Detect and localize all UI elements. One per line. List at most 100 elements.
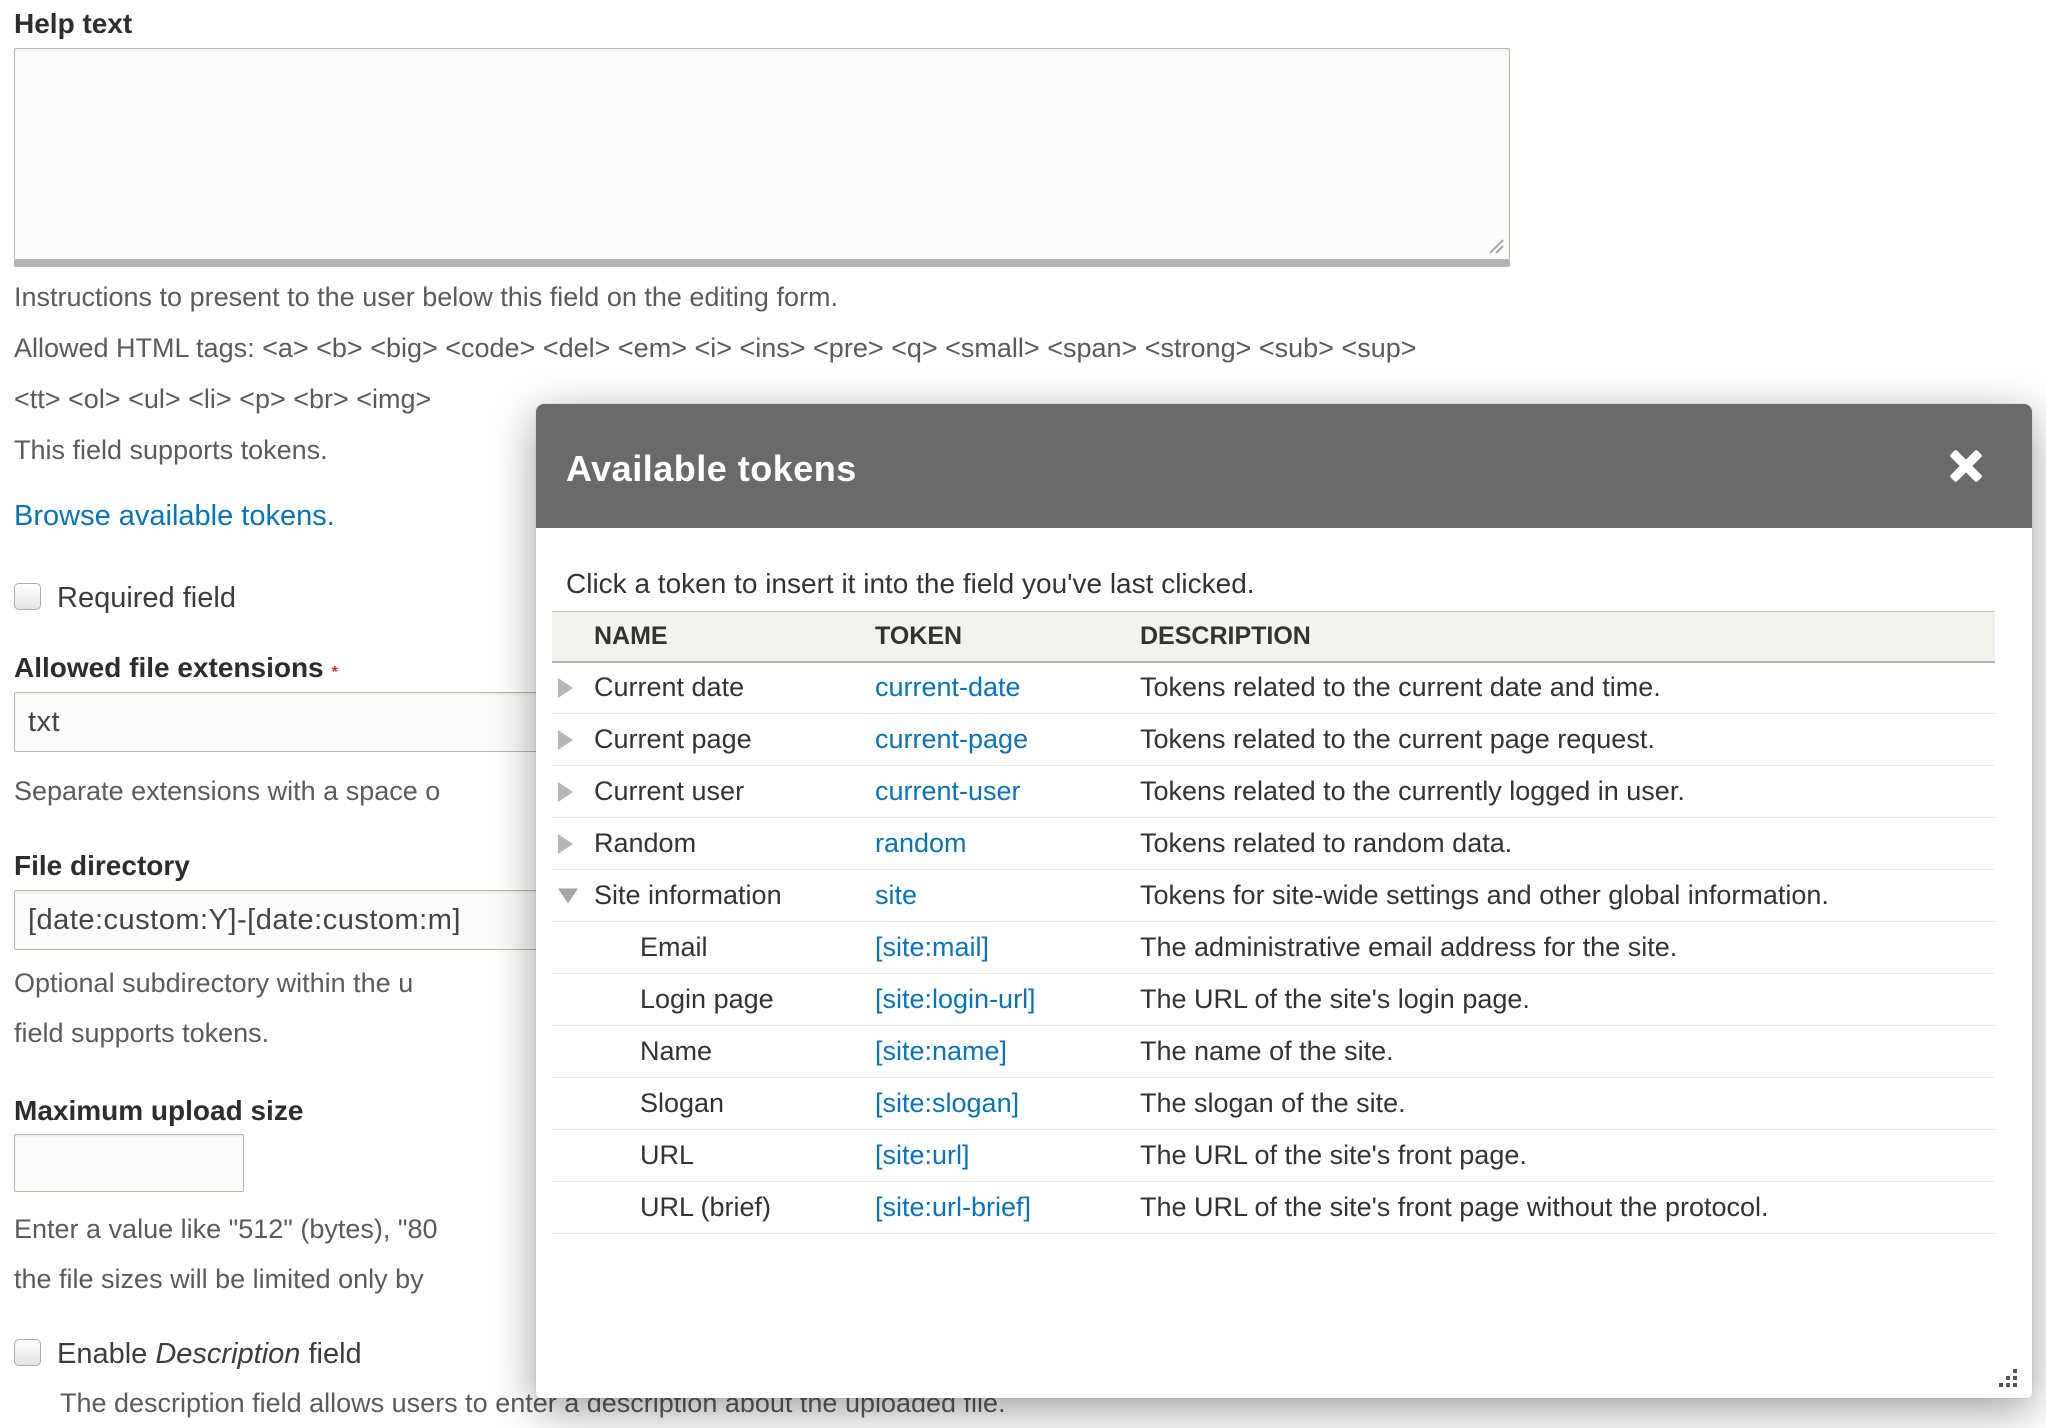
allowed-extensions-label-text: Allowed file extensions: [14, 652, 324, 683]
token-description-cell: The URL of the site's login page.: [1140, 974, 1995, 1026]
token-description-cell: Tokens related to the current page reque…: [1140, 714, 1995, 766]
token-link[interactable]: current-page: [875, 724, 1028, 754]
token-cell: current-user: [875, 766, 1140, 818]
token-cell: site: [875, 870, 1140, 922]
token-cell: [site:name]: [875, 1026, 1140, 1078]
token-link[interactable]: [site:mail]: [875, 932, 989, 962]
enable-description-label-prefix: Enable: [57, 1338, 155, 1370]
token-table-body: Current date current-date Tokens related t…: [552, 662, 1995, 1234]
token-cell: [site:login-url]: [875, 974, 1140, 1026]
dialog-title: Available tokens: [566, 448, 857, 490]
token-name: Current date: [594, 672, 744, 702]
dialog-instruction: Click a token to insert it into the fiel…: [566, 568, 1255, 600]
token-name-cell: Login page: [552, 974, 875, 1026]
required-field-checkbox[interactable]: [14, 583, 41, 610]
token-name: Site information: [594, 880, 782, 910]
token-description-cell: The URL of the site's front page.: [1140, 1130, 1995, 1182]
token-table-row: Random random Tokens related to random dat…: [552, 818, 1995, 870]
field-settings-page: Help text Instructions to present to the…: [0, 0, 2046, 1428]
maximum-upload-size-input[interactable]: [14, 1134, 244, 1192]
expand-arrow-icon[interactable]: [558, 730, 573, 750]
token-description-cell: The slogan of the site.: [1140, 1078, 1995, 1130]
token-cell: [site:url]: [875, 1130, 1140, 1182]
column-header-description: DESCRIPTION: [1140, 612, 1995, 662]
token-link[interactable]: current-user: [875, 776, 1021, 806]
help-description-line: Instructions to present to the user belo…: [14, 272, 1417, 323]
token-name-cell: URL (brief): [552, 1182, 875, 1234]
token-cell: [site:url-brief]: [875, 1182, 1140, 1234]
file-directory-description-line: Optional subdirectory within the u: [14, 968, 413, 999]
token-name-cell: Email: [552, 922, 875, 974]
token-table-row: Login page [site:login-url] The URL of the…: [552, 974, 1995, 1026]
token-link[interactable]: [site:login-url]: [875, 984, 1036, 1014]
collapse-arrow-icon[interactable]: [558, 888, 578, 903]
column-header-name: NAME: [552, 612, 875, 662]
enable-description-label-suffix: field: [300, 1338, 361, 1370]
token-table-row: Current page current-page Tokens related t…: [552, 714, 1995, 766]
token-name-cell: Site information: [552, 870, 875, 922]
token-name-cell: Current page: [552, 714, 875, 766]
token-name: Current page: [594, 724, 752, 754]
token-name-cell: Name: [552, 1026, 875, 1078]
token-table-header-row: NAME TOKEN DESCRIPTION: [552, 612, 1995, 662]
token-table-row: Current date current-date Tokens related t…: [552, 662, 1995, 714]
token-link[interactable]: current-date: [875, 672, 1021, 702]
token-link[interactable]: [site:url]: [875, 1140, 970, 1170]
allowed-extensions-description: Separate extensions with a space o: [14, 776, 440, 807]
help-text-label: Help text: [14, 8, 132, 40]
token-link[interactable]: [site:url-brief]: [875, 1192, 1031, 1222]
token-table-row: Email [site:mail] The administrative email…: [552, 922, 1995, 974]
token-name: Login page: [640, 984, 774, 1014]
enable-description-label: Enable Description field: [57, 1338, 362, 1371]
expand-arrow-icon[interactable]: [558, 834, 573, 854]
token-name: Name: [640, 1036, 712, 1066]
token-link[interactable]: random: [875, 828, 967, 858]
token-name: Random: [594, 828, 696, 858]
expand-arrow-icon[interactable]: [558, 678, 573, 698]
token-name: Current user: [594, 776, 744, 806]
token-description-cell: Tokens for site-wide settings and other …: [1140, 870, 1995, 922]
token-link[interactable]: [site:slogan]: [875, 1088, 1019, 1118]
enable-description-checkbox[interactable]: [14, 1339, 41, 1366]
token-link[interactable]: [site:name]: [875, 1036, 1007, 1066]
token-name: Slogan: [640, 1088, 724, 1118]
file-directory-label: File directory: [14, 850, 190, 882]
token-link[interactable]: site: [875, 880, 917, 910]
dialog-resize-grip-icon[interactable]: [1997, 1367, 2019, 1389]
maximum-upload-description-line: the file sizes will be limited only by: [14, 1264, 424, 1295]
token-description-cell: The administrative email address for the…: [1140, 922, 1995, 974]
dialog-titlebar[interactable]: Available tokens: [536, 404, 2032, 528]
token-name: URL: [640, 1140, 694, 1170]
token-name: URL (brief): [640, 1192, 771, 1222]
allowed-extensions-label: Allowed file extensions*: [14, 652, 338, 684]
token-table-row: Current user current-user Tokens related t…: [552, 766, 1995, 818]
token-description-cell: Tokens related to the currently logged i…: [1140, 766, 1995, 818]
browse-available-tokens-link[interactable]: Browse available tokens.: [14, 500, 335, 533]
textarea-resize-grip-icon[interactable]: [1486, 236, 1504, 254]
token-name-cell: URL: [552, 1130, 875, 1182]
token-cell: current-page: [875, 714, 1140, 766]
token-cell: [site:mail]: [875, 922, 1140, 974]
token-table-row: Slogan [site:slogan] The slogan of the sit…: [552, 1078, 1995, 1130]
token-table-row: URL [site:url] The URL of the site's front…: [552, 1130, 1995, 1182]
token-description-cell: Tokens related to the current date and t…: [1140, 662, 1995, 714]
token-description-cell: The URL of the site's front page without…: [1140, 1182, 1995, 1234]
token-table-row: Site information site Tokens for site-wide…: [552, 870, 1995, 922]
expand-arrow-icon[interactable]: [558, 782, 573, 802]
close-icon[interactable]: [1946, 446, 1986, 486]
textarea-grippie-bar[interactable]: [14, 260, 1510, 267]
token-cell: [site:slogan]: [875, 1078, 1140, 1130]
token-name-cell: Current date: [552, 662, 875, 714]
help-text-textarea[interactable]: [14, 48, 1510, 260]
available-tokens-dialog: Available tokens Click a token to insert…: [536, 404, 2032, 1398]
enable-description-label-em: Description: [155, 1338, 300, 1370]
help-description-line: Allowed HTML tags: <a> <b> <big> <code> …: [14, 323, 1417, 374]
token-description-cell: The name of the site.: [1140, 1026, 1995, 1078]
token-description-cell: Tokens related to random data.: [1140, 818, 1995, 870]
column-header-token: TOKEN: [875, 612, 1140, 662]
token-table-row: URL (brief) [site:url-brief] The URL of th…: [552, 1182, 1995, 1234]
maximum-upload-description-line: Enter a value like "512" (bytes), "80: [14, 1214, 437, 1245]
token-name: Email: [640, 932, 708, 962]
token-cell: random: [875, 818, 1140, 870]
file-directory-description-line: field supports tokens.: [14, 1018, 269, 1049]
